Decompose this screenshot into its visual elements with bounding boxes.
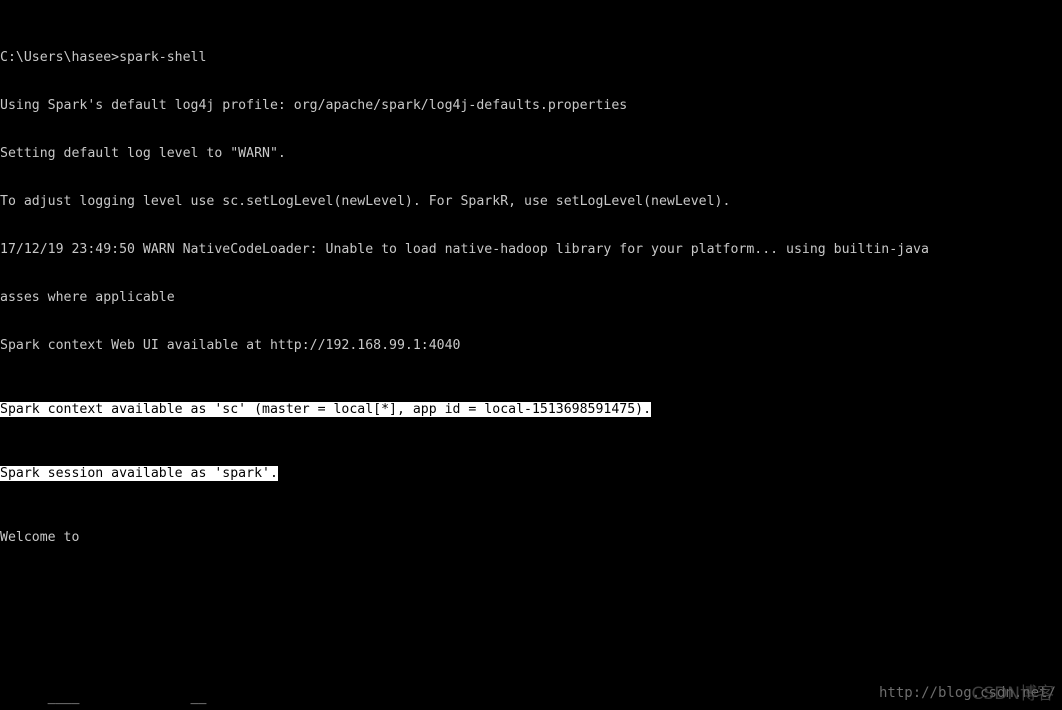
selection-highlight-partial: Spark session available as 'spark'. [0,466,278,481]
terminal-line-spark-session-selected: Spark session available as 'spark'. [0,466,1062,482]
terminal-line-nativecodeloader-warn: 17/12/19 23:49:50 WARN NativeCodeLoader:… [0,242,929,257]
spark-logo-row-1: ____ __ [0,690,207,705]
selection-highlight-full: Spark context available as 'sc' (master … [0,402,652,417]
terminal-line-adjust-logging: To adjust logging level use sc.setLogLev… [0,194,731,209]
terminal-line-spark-context-selected: Spark context available as 'sc' (master … [0,402,1062,418]
terminal-line-command-prompt: C:\Users\hasee>spark-shell [0,50,207,65]
terminal-line-welcome: Welcome to [0,530,80,545]
spark-ascii-logo: ____ __ / __/__ ___ _____/ /__ _\ \/ _ \… [0,658,1062,710]
terminal-line-nativecodeloader-warn-wrap: asses where applicable [0,290,175,305]
terminal-line-web-ui: Spark context Web UI available at http:/… [0,338,461,353]
terminal-line-log4j-profile: Using Spark's default log4j profile: org… [0,98,628,113]
terminal-window[interactable]: C:\Users\hasee>spark-shell Using Spark's… [0,0,1062,710]
terminal-line-log-level: Setting default log level to "WARN". [0,146,286,161]
